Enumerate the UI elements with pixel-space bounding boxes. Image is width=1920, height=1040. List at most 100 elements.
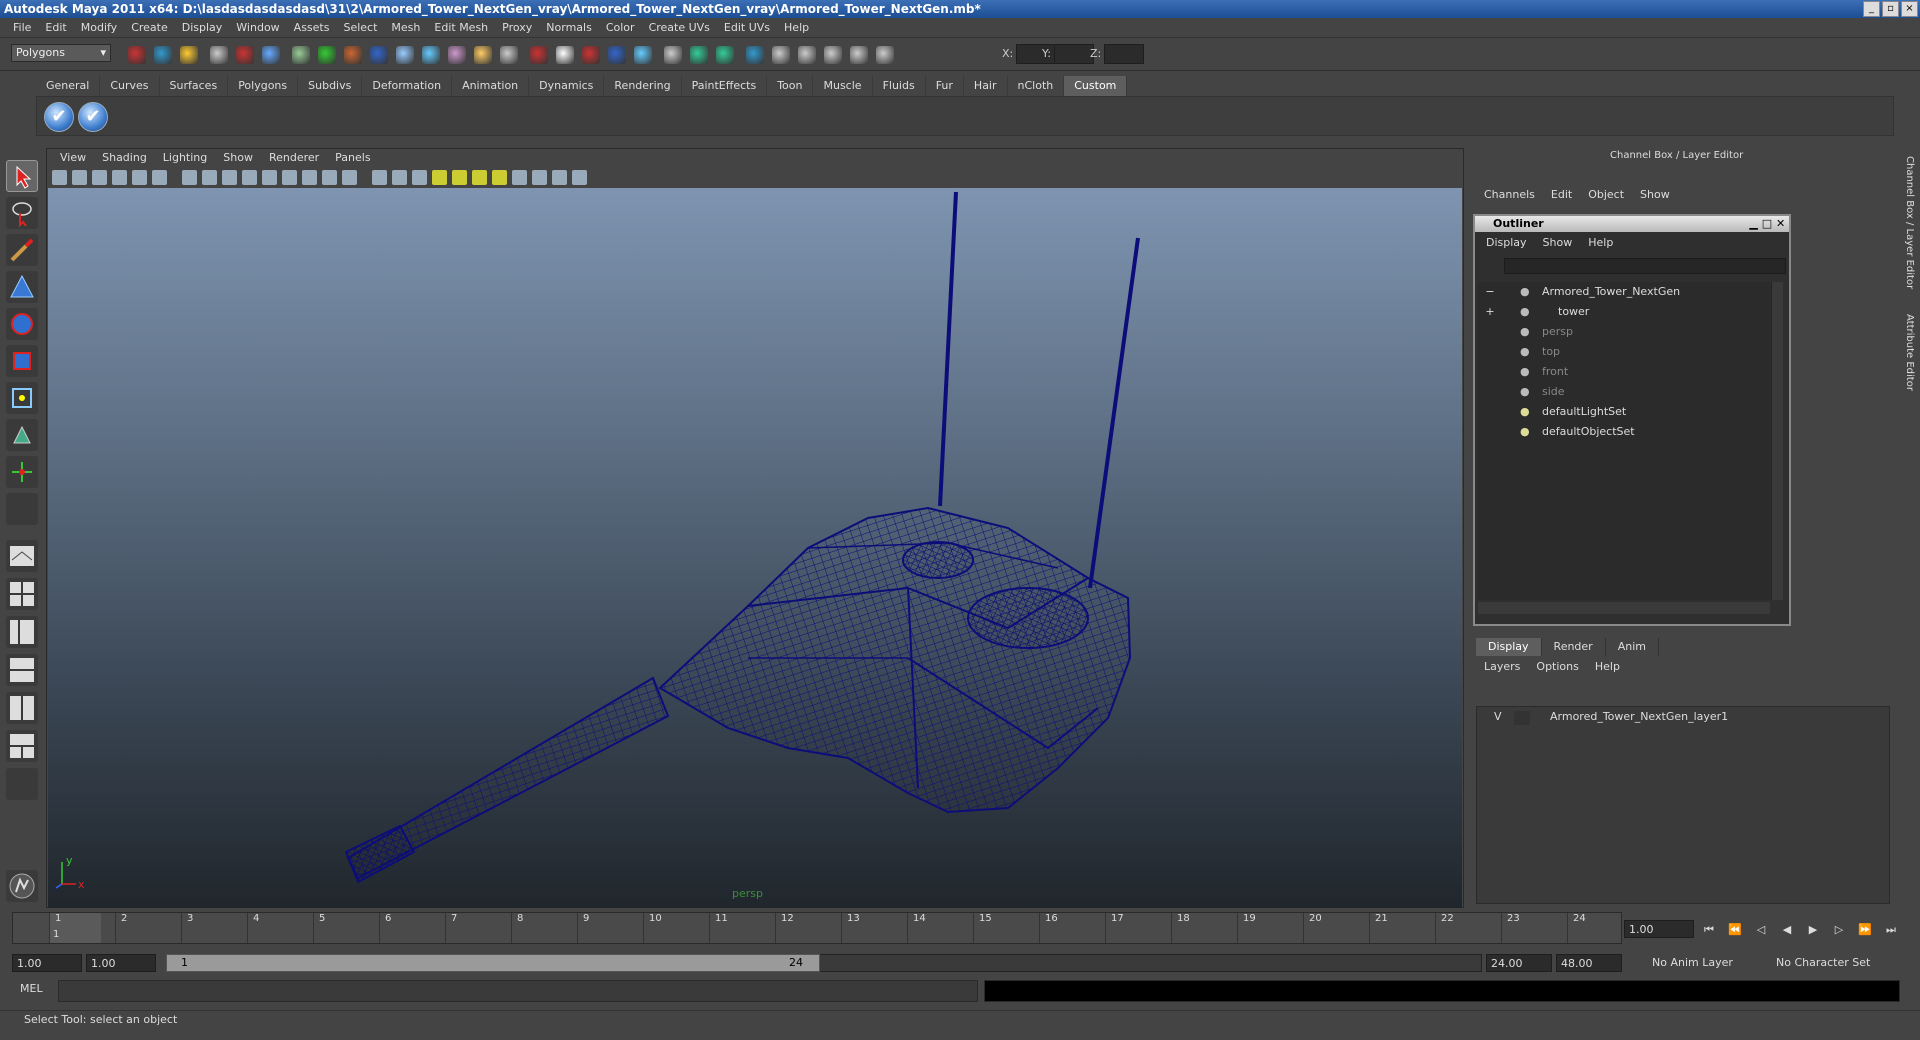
persp-graph-layout-icon[interactable]: [6, 654, 38, 686]
shelf-tab-toon[interactable]: Toon: [767, 76, 814, 96]
status-tool-icon-23[interactable]: [716, 46, 734, 64]
status-tool-icon-5[interactable]: [236, 46, 254, 64]
status-tool-icon-6[interactable]: [262, 46, 280, 64]
range-slider-handle[interactable]: 1 24: [166, 954, 820, 972]
status-tool-icon-27[interactable]: [824, 46, 842, 64]
shelf-tab-fur[interactable]: Fur: [926, 76, 964, 96]
menu-item-color[interactable]: Color: [599, 21, 642, 34]
shelf-tab-surfaces[interactable]: Surfaces: [160, 76, 229, 96]
viewport-tool-icon-22[interactable]: [492, 170, 507, 185]
layer-tab-display[interactable]: Display: [1476, 638, 1542, 656]
expand-icon[interactable]: +: [1482, 302, 1498, 322]
animation-end-field[interactable]: 48.00: [1556, 954, 1622, 972]
shelf-tab-animation[interactable]: Animation: [452, 76, 530, 96]
shelf-tab-ncloth[interactable]: nCloth: [1008, 76, 1065, 96]
viewport-tool-icon-21[interactable]: [472, 170, 487, 185]
status-tool-icon-12[interactable]: [422, 46, 440, 64]
status-tool-icon-16[interactable]: [530, 46, 548, 64]
status-tool-icon-11[interactable]: [396, 46, 414, 64]
outliner-item[interactable]: ● defaultObjectSet: [1478, 422, 1770, 442]
viewport-tool-icon-17[interactable]: [392, 170, 407, 185]
step-forward-frame-icon[interactable]: ▷: [1830, 922, 1848, 938]
viewport-tool-icon-23[interactable]: [512, 170, 527, 185]
channel-box-menu-object[interactable]: Object: [1580, 188, 1632, 201]
status-tool-icon-19[interactable]: [608, 46, 626, 64]
viewport-canvas[interactable]: [48, 188, 1462, 908]
z-field[interactable]: [1104, 44, 1144, 64]
scale-tool-icon[interactable]: [6, 345, 38, 377]
command-language-label[interactable]: MEL: [20, 982, 43, 995]
side-tab-attribute-editor[interactable]: Attribute Editor: [1899, 314, 1915, 391]
viewport-tool-icon-10[interactable]: [242, 170, 257, 185]
rotate-tool-icon[interactable]: [6, 308, 38, 340]
outliner-item[interactable]: ● side: [1478, 382, 1770, 402]
outliner-maximize-icon[interactable]: □: [1762, 217, 1772, 230]
viewport-tool-icon-7[interactable]: [182, 170, 197, 185]
viewport-tool-icon-12[interactable]: [282, 170, 297, 185]
status-tool-icon-9[interactable]: [344, 46, 362, 64]
viewport-menu-renderer[interactable]: Renderer: [261, 151, 327, 164]
status-tool-icon-7[interactable]: [292, 46, 310, 64]
viewport-tool-icon-3[interactable]: [92, 170, 107, 185]
menu-item-edit-uvs[interactable]: Edit UVs: [717, 21, 777, 34]
outliner-item[interactable]: ● persp: [1478, 322, 1770, 342]
select-tool-icon[interactable]: [6, 160, 38, 192]
lasso-tool-icon[interactable]: [6, 197, 38, 229]
status-tool-icon-18[interactable]: [582, 46, 600, 64]
status-tool-icon-25[interactable]: [772, 46, 790, 64]
minimize-button[interactable]: _: [1863, 1, 1880, 17]
menu-item-edit-mesh[interactable]: Edit Mesh: [427, 21, 495, 34]
command-input[interactable]: [58, 980, 978, 1002]
outliner-item[interactable]: − ● Armored_Tower_NextGen: [1478, 282, 1770, 302]
viewport-tool-icon-2[interactable]: [72, 170, 87, 185]
outliner-menu-display[interactable]: Display: [1478, 236, 1535, 249]
viewport-menu-lighting[interactable]: Lighting: [155, 151, 215, 164]
manipulator-tool-icon[interactable]: [6, 382, 38, 414]
layer-menu-layers[interactable]: Layers: [1476, 660, 1528, 673]
shelf-tab-deformation[interactable]: Deformation: [362, 76, 453, 96]
viewport-tool-icon-16[interactable]: [372, 170, 387, 185]
move-tool-icon[interactable]: [6, 271, 38, 303]
outliner-close-icon[interactable]: ✕: [1776, 217, 1785, 230]
layer-row[interactable]: V Armored_Tower_NextGen_layer1: [1476, 708, 1890, 728]
outliner-item[interactable]: ● front: [1478, 362, 1770, 382]
last-tool-icon[interactable]: [6, 493, 38, 525]
hypershade-layout-icon[interactable]: [6, 692, 38, 724]
outliner-minimize-icon[interactable]: ▁: [1749, 217, 1757, 230]
status-tool-icon-20[interactable]: [634, 46, 652, 64]
status-tool-icon-29[interactable]: [876, 46, 894, 64]
time-slider[interactable]: 1 2 3 4 5 6 7 8 9 10 11 12 13 14 15 16 17 18 19 20 21 22 23 24 1: [12, 912, 1622, 944]
viewport-tool-icon-25[interactable]: [552, 170, 567, 185]
playback-end-field[interactable]: 24.00: [1486, 954, 1552, 972]
layer-playback-toggle[interactable]: [1514, 711, 1530, 725]
shelf-check-icon-1[interactable]: ✔: [44, 102, 74, 132]
outliner-item[interactable]: ● top: [1478, 342, 1770, 362]
custom-layout-icon[interactable]: [6, 730, 38, 762]
step-back-frame-icon[interactable]: ◁: [1752, 922, 1770, 938]
shelf-tab-curves[interactable]: Curves: [100, 76, 160, 96]
viewport-tool-icon-26[interactable]: [572, 170, 587, 185]
menu-item-create-uvs[interactable]: Create UVs: [642, 21, 717, 34]
outliner-menu-help[interactable]: Help: [1580, 236, 1621, 249]
viewport-tool-icon-8[interactable]: [202, 170, 217, 185]
play-backward-icon[interactable]: ◀: [1778, 922, 1796, 938]
viewport-tool-icon-6[interactable]: [152, 170, 167, 185]
viewport-tool-icon-18[interactable]: [412, 170, 427, 185]
viewport-tool-icon-14[interactable]: [322, 170, 337, 185]
viewport-tool-icon-11[interactable]: [262, 170, 277, 185]
menu-item-normals[interactable]: Normals: [539, 21, 599, 34]
status-tool-icon-21[interactable]: [664, 46, 682, 64]
single-pane-layout-icon[interactable]: [6, 540, 38, 572]
status-tool-icon-3[interactable]: [180, 46, 198, 64]
status-tool-icon-22[interactable]: [690, 46, 708, 64]
y-field[interactable]: [1054, 44, 1094, 64]
layout-options-icon[interactable]: [6, 768, 38, 800]
channel-box-menu-edit[interactable]: Edit: [1543, 188, 1580, 201]
status-tool-icon-26[interactable]: [798, 46, 816, 64]
shelf-check-icon-2[interactable]: ✔: [78, 102, 108, 132]
outliner-filter-field[interactable]: [1504, 258, 1786, 274]
outliner-vertical-scrollbar[interactable]: [1771, 282, 1783, 600]
maximize-button[interactable]: ▫: [1882, 1, 1899, 17]
viewport-tool-icon-1[interactable]: [52, 170, 67, 185]
playback-start-field[interactable]: 1.00: [86, 954, 156, 972]
